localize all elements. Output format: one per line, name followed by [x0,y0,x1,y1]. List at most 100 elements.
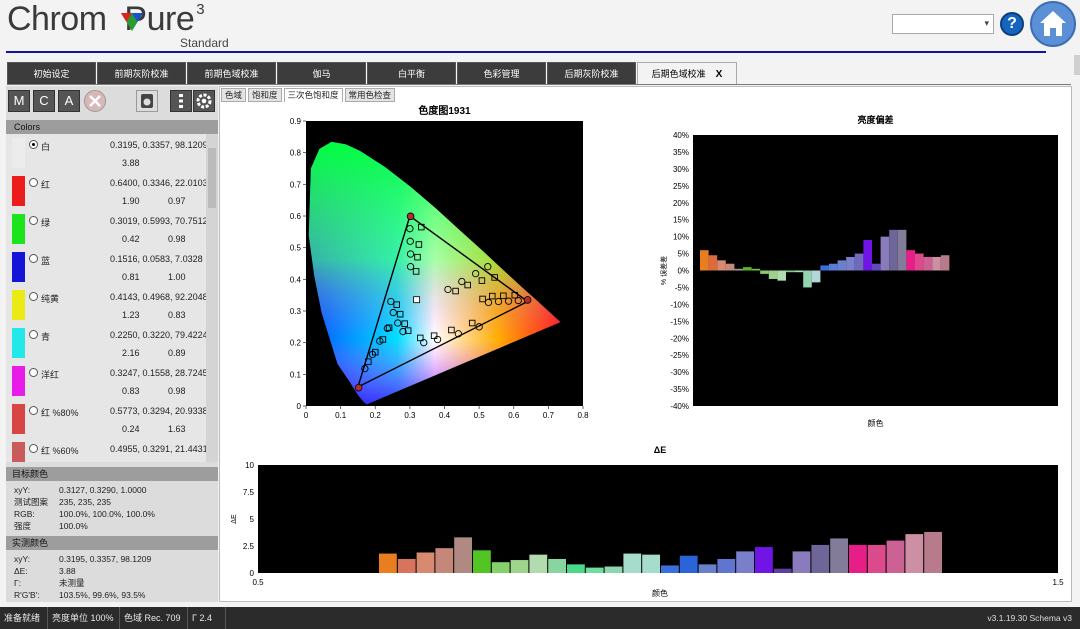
y-tick-label: 0 [250,569,255,578]
luminance-bar [794,270,804,273]
tab-label: 白平衡 [397,69,425,79]
y-tick-label: -5% [675,283,689,292]
info-row: ΔE: 3.88 [14,565,76,577]
color-row[interactable]: 红 %80% 0.5773, 0.3294, 20.9338 0.24 1.63 [6,400,206,438]
color-radio[interactable] [29,444,38,453]
x-tick-label: 0.5 [474,411,486,420]
x-tick-label: 1.5 [1052,578,1064,587]
settings-button[interactable] [193,90,215,112]
meter-button[interactable] [136,90,158,112]
luminance-bar [854,253,864,271]
info-key: xyY: [14,485,31,495]
tab-post-grayscale[interactable]: 后期灰阶校准 [547,62,636,85]
color-radio[interactable] [29,254,38,263]
y-tick-label: 30% [673,165,689,174]
color-row[interactable]: 绿 0.3019, 0.5993, 70.7512 0.42 0.98 [6,210,206,248]
luminance-bar [889,229,898,271]
info-key: R'G'B': [14,590,40,600]
menu-button[interactable] [170,90,192,112]
delta-e-bar [510,560,529,573]
c-button[interactable]: C [33,90,55,112]
y-tick-label: -40% [670,402,689,411]
luminance-bar [923,256,933,271]
tab-pre-grayscale[interactable]: 前期灰阶校准 [97,62,186,85]
delta-e-bar [811,544,830,573]
gamut-vertex-point [406,212,415,221]
color-delta-e: 1.23 [122,310,140,320]
color-radio[interactable] [29,178,38,187]
help-button[interactable]: ? [1000,12,1024,36]
luminance-bar [700,250,709,271]
color-row[interactable]: 青 0.2250, 0.3220, 79.4224 2.16 0.89 [6,324,206,362]
color-radio[interactable] [29,292,38,301]
y-tick-label: 25% [673,182,689,191]
color-radio[interactable] [29,216,38,225]
tab-color-management[interactable]: 色彩管理 [457,62,546,85]
y-tick-label: 40% [673,131,689,140]
color-swatch [12,366,25,396]
color-swatch [12,404,25,434]
scroll-thumb[interactable] [208,148,216,208]
color-gamma: 0.98 [168,234,186,244]
tab-pre-gamut[interactable]: 前期色域校准 [187,62,276,85]
color-delta-e: 3.88 [122,158,140,168]
subtab-gamut[interactable]: 色域 [221,88,247,102]
color-row[interactable]: 红 %60% 0.4955, 0.3291, 21.4431 [6,438,206,462]
y-tick-label: -35% [670,385,689,394]
m-button[interactable]: M [8,90,30,112]
tab-post-gamut[interactable]: 后期色域校准 X [637,62,737,85]
color-radio[interactable] [29,140,38,149]
color-delta-e: 0.83 [122,386,140,396]
colors-scrollbar[interactable] [206,134,218,462]
subtab-saturation[interactable]: 饱和度 [248,88,282,102]
chart-title: 亮度偏差 [857,114,893,125]
y-tick-label: 0.7 [290,180,302,189]
color-row[interactable]: 洋红 0.3247, 0.1558, 28.7245 0.83 0.98 [6,362,206,400]
color-row[interactable]: 纯黄 0.4143, 0.4968, 92.2048 1.23 0.83 [6,286,206,324]
delta-e-bar [585,567,604,573]
info-row: RGB: 100.0%, 100.0%, 100.0% [14,508,155,520]
a-button[interactable]: A [58,90,80,112]
color-row[interactable]: 红 0.6400, 0.3346, 22.0103 1.90 0.97 [6,172,206,210]
delta-e-bar [491,562,510,573]
color-xyy: 0.4143, 0.4968, 92.2048 [110,292,206,302]
color-radio[interactable] [29,368,38,377]
stop-button[interactable] [84,90,106,112]
y-tick-label: -20% [670,334,689,343]
color-row[interactable]: 蓝 0.1516, 0.0583, 7.0328 0.81 1.00 [6,248,206,286]
tab-white-balance[interactable]: 白平衡 [367,62,456,85]
y-tick-label: 5 [250,515,255,524]
color-delta-e: 0.81 [122,272,140,282]
tab-gamma[interactable]: 伽马 [277,62,366,85]
color-gamma: 1.00 [168,272,186,282]
measured-header: 实测颜色 [6,536,218,550]
toolbar: M C A [6,86,218,118]
left-panel: M C A Colors 白 0.3195, 0.3357, 98.1209 3… [6,86,218,602]
luminance-bar [829,263,838,271]
color-gamma: 0.89 [168,348,186,358]
color-radio[interactable] [29,330,38,339]
color-xyy: 0.3195, 0.3357, 98.1209 [110,140,206,150]
window-scrollbar[interactable] [1074,55,1080,75]
profile-select[interactable]: ▾ [892,14,994,34]
chevron-down-icon: ▾ [984,18,989,28]
y-tick-label: 0.2 [290,339,302,348]
color-name: 红 %60% [41,446,79,456]
home-button[interactable] [1030,1,1076,47]
color-radio[interactable] [29,406,38,415]
close-icon[interactable]: X [716,69,723,80]
color-delta-e: 1.90 [122,196,140,206]
logo-triangle-icon [121,13,143,31]
subtab-common-colors[interactable]: 常用色检查 [344,88,396,102]
luminance-bar [837,260,847,271]
y-tick-label: 0.3 [290,307,302,316]
logo-version: 3 [196,1,205,18]
tab-initial-setup[interactable]: 初始设定 [7,62,96,85]
main-tabs: 初始设定 前期灰阶校准 前期色域校准 伽马 白平衡 色彩管理 后期灰阶校准 后期… [7,62,738,85]
info-value: 100.0% [59,521,88,531]
luminance-bar [880,236,890,271]
subtab-tertiary-saturation[interactable]: 三次色饱和度 [283,88,343,102]
y-tick-label: 0.8 [290,149,302,158]
more-vertical-icon [179,94,183,108]
color-row[interactable]: 白 0.3195, 0.3357, 98.1209 3.88 [6,134,206,172]
